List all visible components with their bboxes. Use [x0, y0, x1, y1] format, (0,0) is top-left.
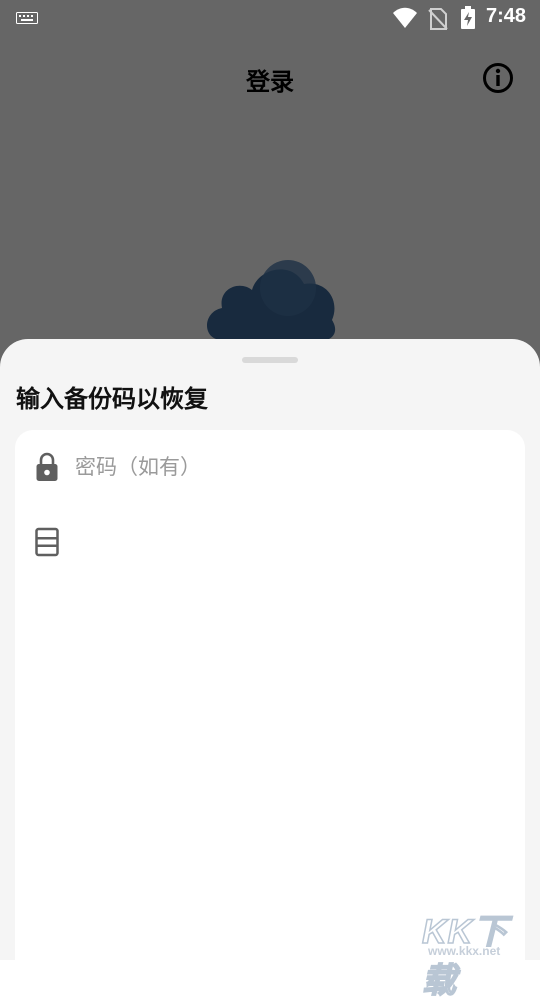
backup-code-input[interactable]: [75, 520, 505, 564]
drag-handle[interactable]: [242, 357, 298, 363]
battery-charging-icon: [461, 6, 475, 29]
status-time: 7:48: [486, 5, 527, 27]
app-header: 登录: [0, 52, 540, 104]
wifi-icon: [393, 7, 417, 28]
page-title: 登录: [246, 68, 294, 96]
status-bar: 7:48: [0, 0, 540, 36]
lock-icon: [36, 452, 58, 481]
watermark: KK下载 www.kkx.net: [418, 904, 540, 1001]
bottom-sheet: 输入备份码以恢复: [0, 339, 540, 990]
backup-code-row: [15, 512, 525, 572]
watermark-url: www.kkx.net: [428, 944, 501, 958]
no-sim-icon: [428, 8, 448, 30]
keyboard-icon: [16, 12, 38, 24]
password-input[interactable]: [75, 445, 505, 489]
info-icon[interactable]: [480, 60, 516, 96]
sheet-title: 输入备份码以恢复: [16, 385, 208, 413]
storage-icon: [35, 527, 59, 557]
password-row: [15, 437, 525, 497]
